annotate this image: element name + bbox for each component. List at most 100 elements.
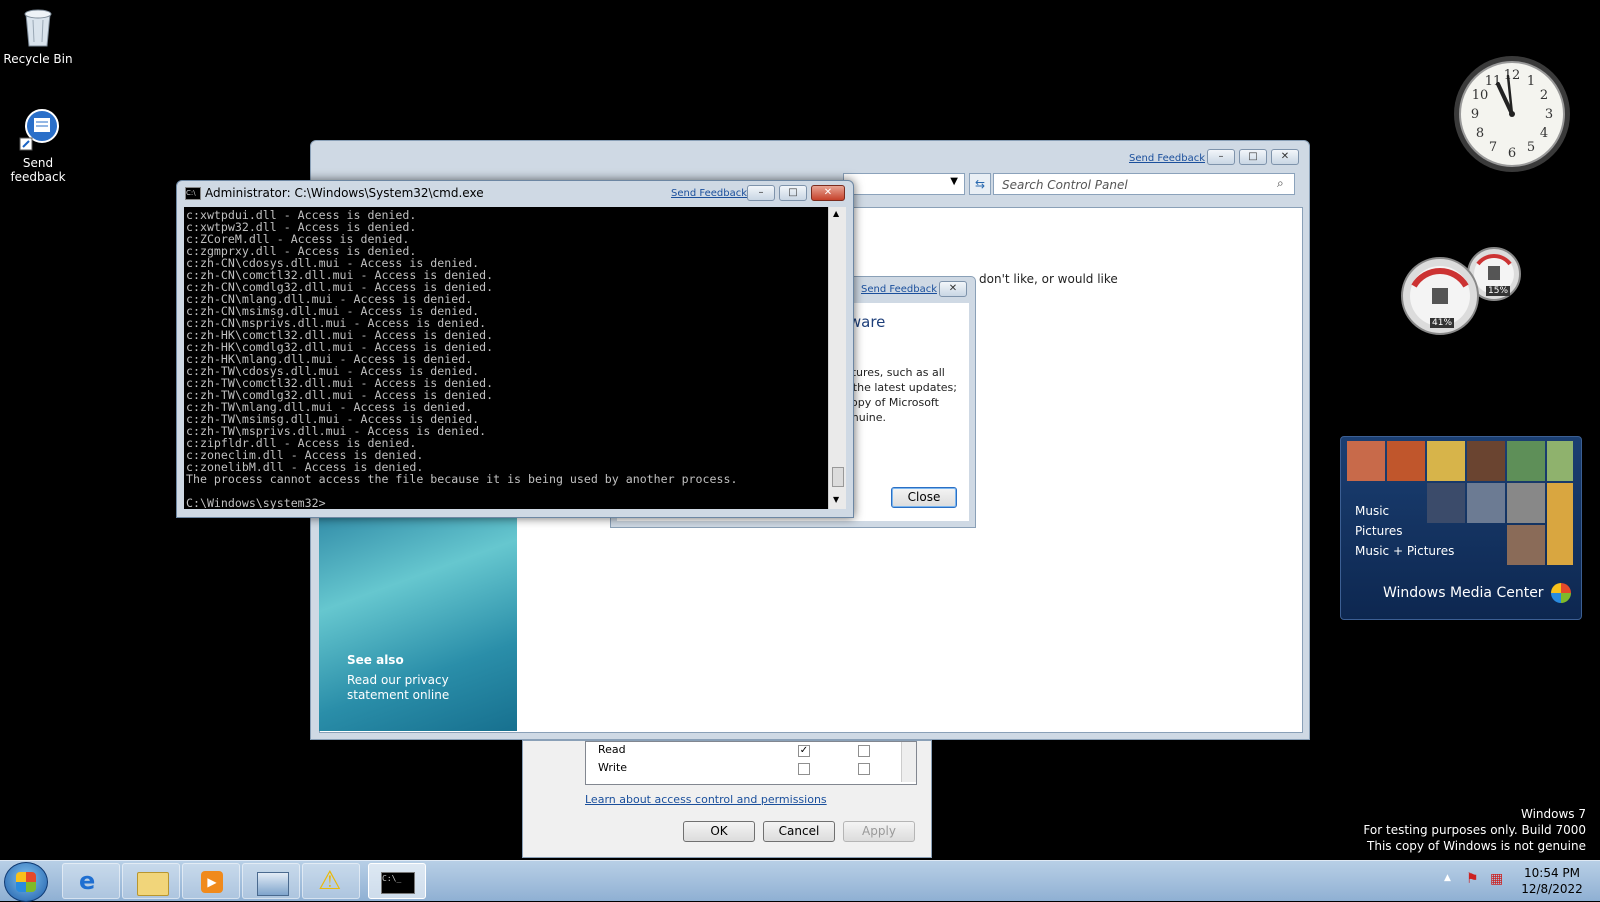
clock-numeral: 7: [1489, 140, 1497, 155]
search-icon: ⌕: [1277, 176, 1284, 190]
cmd-window[interactable]: C:\ Administrator: C:\Windows\System32\c…: [176, 180, 854, 518]
write-allow-checkbox[interactable]: [798, 763, 810, 775]
desktop-icon-recycle-bin[interactable]: Recycle Bin: [0, 4, 76, 66]
console-line: The process cannot access the file becau…: [186, 472, 738, 486]
thumbnail: [1467, 441, 1505, 481]
cancel-button[interactable]: Cancel: [763, 821, 835, 842]
control-panel-icon: [257, 872, 289, 896]
close-button[interactable]: ✕: [1271, 149, 1299, 165]
taskbar-warning[interactable]: ⚠: [302, 863, 360, 899]
list-scrollbar[interactable]: [901, 742, 916, 782]
internet-explorer-icon: e: [79, 867, 96, 895]
show-hidden-icons[interactable]: ▲: [1444, 873, 1451, 883]
cmd-icon: C:\_: [381, 872, 415, 894]
dialog-text: atures, such as all: [845, 366, 945, 379]
see-also-panel: See also Read our privacy statement onli…: [319, 509, 517, 731]
action-center-icon[interactable]: ⚑: [1466, 871, 1479, 887]
media-item-music[interactable]: Music: [1355, 501, 1454, 521]
clock-numeral: 12: [1504, 68, 1521, 83]
windows-watermark: Windows 7 For testing purposes only. Bui…: [1363, 806, 1586, 854]
clock-numeral: 10: [1472, 88, 1489, 103]
cpu-meter-gadget[interactable]: 41% 15%: [1400, 246, 1526, 338]
dialog-text: copy of Microsoft: [845, 396, 939, 409]
watermark-line: This copy of Windows is not genuine: [1367, 839, 1586, 853]
thumbnail: [1507, 441, 1545, 481]
thumbnail: [1427, 441, 1465, 481]
thumbnail: [1347, 441, 1385, 481]
clock-numeral: 9: [1471, 107, 1479, 122]
thumbnail: [1507, 525, 1545, 565]
console-scrollbar[interactable]: ▲ ▼: [828, 207, 846, 509]
scroll-thumb[interactable]: [832, 467, 844, 487]
cpu-percent: 41%: [1430, 318, 1455, 328]
clock-numeral: 4: [1540, 126, 1548, 141]
warning-icon: ⚠: [318, 866, 342, 896]
permissions-dialog[interactable]: Read ✓ Write Learn about access control …: [522, 740, 932, 858]
media-item-pictures[interactable]: Pictures: [1355, 521, 1454, 541]
clock-numeral: 6: [1508, 146, 1516, 161]
close-button[interactable]: ✕: [811, 185, 845, 201]
refresh-icon[interactable]: ⇆: [969, 173, 991, 195]
ok-button[interactable]: OK: [683, 821, 755, 842]
see-also-title: See also: [347, 653, 404, 667]
watermark-line: For testing purposes only. Build 7000: [1363, 823, 1586, 837]
permission-label: Write: [598, 761, 628, 774]
console-output[interactable]: c:xwtpdui.dll - Access is denied. c:xwtpw…: [184, 207, 828, 509]
cmd-icon: C:\: [185, 187, 201, 200]
read-allow-checkbox[interactable]: ✓: [798, 745, 810, 757]
send-feedback-link[interactable]: Send Feedback: [861, 284, 937, 295]
watermark-line: Windows 7: [1520, 807, 1586, 821]
address-dropdown[interactable]: ▼: [843, 173, 965, 195]
thumbnail: [1387, 441, 1425, 481]
send-feedback-link[interactable]: Send Feedback: [1129, 153, 1205, 164]
taskbar-cmd[interactable]: C:\_: [368, 863, 426, 899]
recycle-bin-icon: [18, 4, 58, 48]
thumbnail: [1547, 483, 1573, 565]
thumbnail: [1467, 483, 1505, 523]
send-feedback-label: Send feedback: [10, 156, 66, 184]
thumbnail: [1547, 441, 1573, 481]
read-deny-checkbox[interactable]: [858, 745, 870, 757]
media-player-icon: ▶: [201, 871, 223, 893]
clock-numeral: 2: [1540, 88, 1548, 103]
clock-time: 10:54 PM: [1524, 866, 1580, 880]
desktop-icon-send-feedback[interactable]: Send feedback: [0, 108, 76, 184]
system-clock[interactable]: 10:54 PM 12/8/2022: [1512, 865, 1592, 897]
taskbar-internet-explorer[interactable]: e: [62, 863, 120, 899]
clock-gadget[interactable]: 12 1 2 3 4 5 6 7 8 9 10 11: [1452, 54, 1572, 174]
start-button[interactable]: [4, 862, 48, 902]
minimize-button[interactable]: –: [747, 185, 775, 201]
memory-percent: 15%: [1486, 286, 1511, 296]
network-icon[interactable]: ▦: [1490, 871, 1503, 887]
taskbar-explorer[interactable]: [122, 863, 180, 899]
clock-numeral: 5: [1527, 140, 1535, 155]
minimize-button[interactable]: –: [1207, 149, 1235, 165]
write-deny-checkbox[interactable]: [858, 763, 870, 775]
media-center-title: Windows Media Center: [1383, 585, 1544, 601]
learn-access-control-link[interactable]: Learn about access control and permissio…: [585, 793, 827, 806]
apply-button[interactable]: Apply: [843, 821, 915, 842]
search-input[interactable]: Search Control Panel: [993, 173, 1295, 195]
console-line: C:\Windows\system32>_: [186, 496, 333, 509]
clock-numeral: 3: [1545, 107, 1553, 122]
taskbar-control-panel[interactable]: [242, 863, 300, 899]
close-dialog-button[interactable]: Close: [891, 487, 957, 508]
maximize-button[interactable]: □: [779, 185, 807, 201]
media-item-music-pictures[interactable]: Music + Pictures: [1355, 541, 1454, 561]
recycle-bin-label: Recycle Bin: [3, 52, 73, 66]
maximize-button[interactable]: □: [1239, 149, 1267, 165]
clock-numeral: 1: [1527, 74, 1535, 89]
media-center-gadget[interactable]: Music Pictures Music + Pictures Windows …: [1340, 436, 1582, 620]
taskbar-media-player[interactable]: ▶: [182, 863, 240, 899]
body-text: e, don't like, or would like: [964, 272, 1118, 286]
scroll-up-icon[interactable]: ▲: [833, 209, 839, 218]
scroll-down-icon[interactable]: ▼: [833, 495, 839, 504]
close-button[interactable]: ✕: [939, 281, 967, 297]
windows-logo-icon: [16, 872, 36, 892]
send-feedback-link[interactable]: Send Feedback: [671, 188, 747, 199]
clock-date: 12/8/2022: [1521, 882, 1583, 896]
thumbnail: [1507, 483, 1545, 523]
windows-logo-icon: [1551, 583, 1571, 603]
privacy-statement-link[interactable]: Read our privacy statement online: [347, 673, 507, 703]
window-title: Administrator: C:\Windows\System32\cmd.e…: [205, 186, 484, 200]
